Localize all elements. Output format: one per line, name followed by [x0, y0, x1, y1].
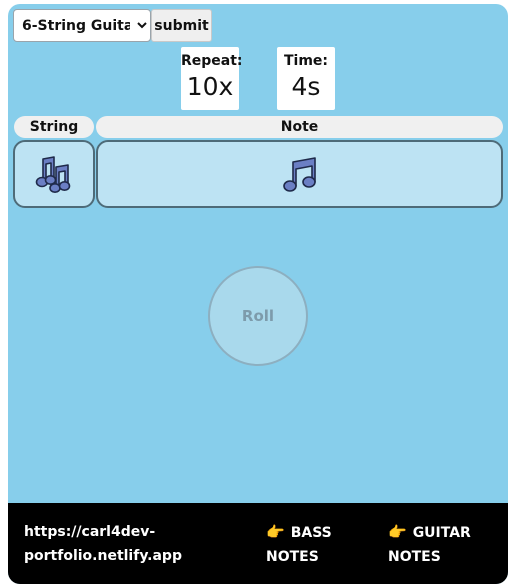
music-note-icon: [282, 157, 316, 192]
repeat-value: 10x: [186, 72, 234, 101]
string-cell: [13, 140, 95, 208]
repeat-box: Repeat: 10x: [181, 47, 243, 110]
footer: https://carl4dev-portfolio.netlify.app 👉…: [8, 503, 508, 584]
string-column-header: String: [14, 116, 94, 138]
pointing-hand-icon: 👉: [388, 523, 407, 541]
note-column-header: Note: [96, 116, 503, 138]
music-notes-icon: [35, 156, 71, 193]
submit-button[interactable]: submit: [151, 9, 212, 42]
app-container: 6-String Guitar submit Repeat: 10x Time:…: [8, 4, 508, 584]
time-value: 4s: [291, 72, 321, 101]
guitar-notes-link[interactable]: 👉 GUITAR NOTES: [388, 520, 498, 569]
note-cell: [96, 140, 503, 208]
instrument-select[interactable]: 6-String Guitar: [13, 9, 151, 42]
repeat-label: Repeat:: [181, 53, 243, 69]
pointing-hand-icon: 👉: [266, 523, 285, 541]
portfolio-link[interactable]: https://carl4dev-portfolio.netlify.app: [24, 520, 182, 568]
time-box: Time: 4s: [277, 47, 335, 110]
bass-notes-link[interactable]: 👉 BASS NOTES: [266, 520, 366, 569]
time-label: Time:: [283, 53, 329, 69]
roll-button[interactable]: Roll: [208, 266, 308, 366]
